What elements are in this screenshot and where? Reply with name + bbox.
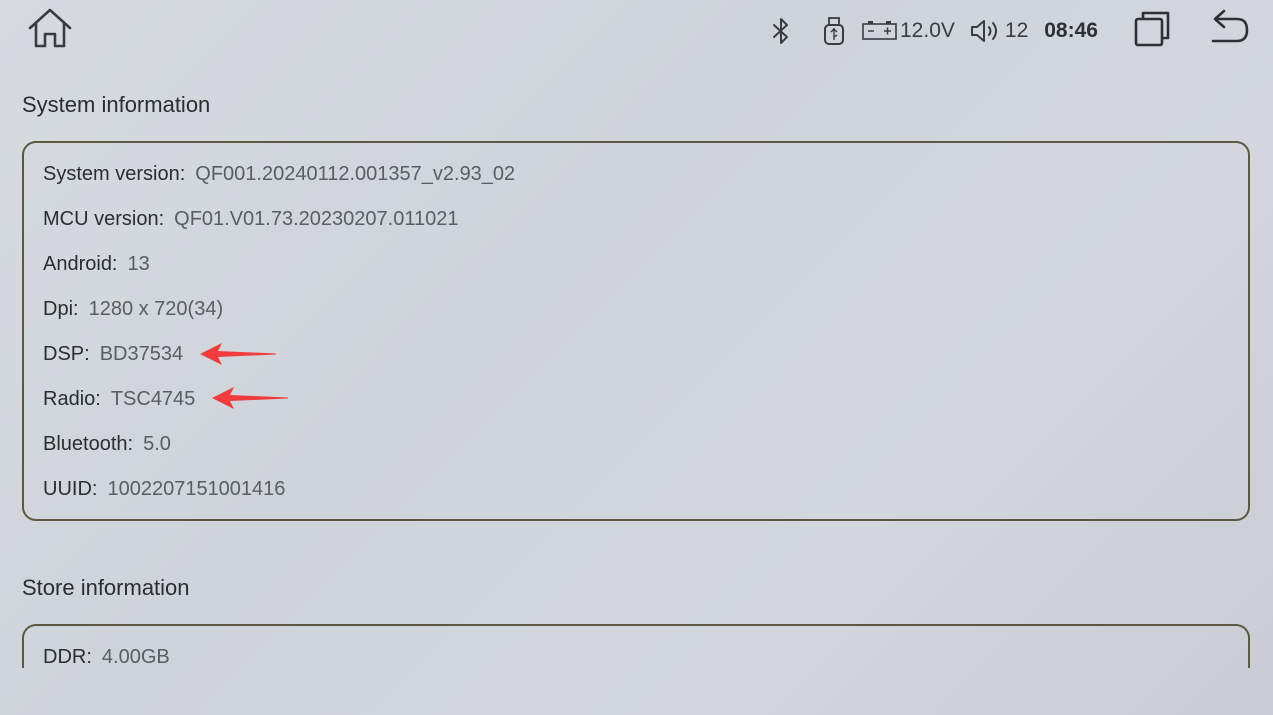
row-value: TSC4745	[110, 388, 196, 410]
row-label: UUID:	[43, 478, 98, 500]
annotation-arrow-radio	[212, 387, 288, 409]
voltage-readout: 12.0V	[900, 19, 955, 42]
row-value: 5.0	[143, 433, 171, 455]
row-bluetooth: Bluetooth: 5.0	[43, 433, 171, 456]
row-value: BD37534	[99, 343, 184, 365]
row-android: Android: 13	[43, 253, 150, 276]
row-label: Dpi:	[43, 298, 79, 320]
row-dsp: DSP: BD37534	[43, 343, 183, 366]
system-info-card: System version: QF001.20240112.001357_v2.…	[22, 141, 1250, 521]
row-label: DSP:	[43, 343, 90, 365]
volume-level: 12	[1004, 19, 1029, 42]
row-value: 1002207151001416	[107, 478, 286, 500]
status-bar: 12.0V 12 08:46	[768, 8, 1098, 54]
row-label: Bluetooth:	[43, 433, 134, 455]
battery-icon	[862, 21, 897, 40]
annotation-arrow-dsp	[200, 343, 276, 365]
row-label: MCU version:	[43, 208, 165, 230]
row-value: QF001.20240112.001357_v2.93_02	[195, 163, 516, 185]
back-icon	[1211, 9, 1249, 43]
system-info-title: System information	[22, 92, 211, 117]
row-label: System version:	[43, 163, 186, 185]
row-value: QF01.V01.73.20230207.011021	[174, 208, 459, 230]
store-info-title: Store information	[22, 575, 190, 600]
row-value: 1280 x 720(34)	[88, 298, 224, 320]
row-dpi: Dpi: 1280 x 720(34)	[43, 298, 223, 321]
recent-apps-button[interactable]	[1130, 8, 1174, 52]
row-mcu-version: MCU version: QF01.V01.73.20230207.011021	[43, 208, 458, 231]
row-value: 4.00GB	[101, 646, 170, 668]
row-value: 13	[127, 253, 150, 275]
home-button[interactable]	[26, 6, 74, 50]
row-system-version: System version: QF001.20240112.001357_v2.…	[43, 163, 515, 186]
row-uuid: UUID: 1002207151001416	[43, 478, 285, 501]
home-icon	[28, 8, 72, 48]
bluetooth-icon	[773, 18, 788, 44]
usb-icon	[824, 17, 844, 45]
row-label: DDR:	[43, 646, 92, 668]
row-label: Android:	[43, 253, 118, 275]
volume-icon	[970, 20, 997, 42]
store-info-card: DDR: 4.00GB	[22, 624, 1250, 668]
row-label: Radio:	[43, 388, 101, 410]
back-button[interactable]	[1205, 6, 1253, 50]
clock: 08:46	[1044, 19, 1098, 42]
row-ddr: DDR: 4.00GB	[43, 646, 170, 669]
recent-apps-icon	[1134, 11, 1170, 47]
row-radio: Radio: TSC4745	[43, 388, 195, 411]
